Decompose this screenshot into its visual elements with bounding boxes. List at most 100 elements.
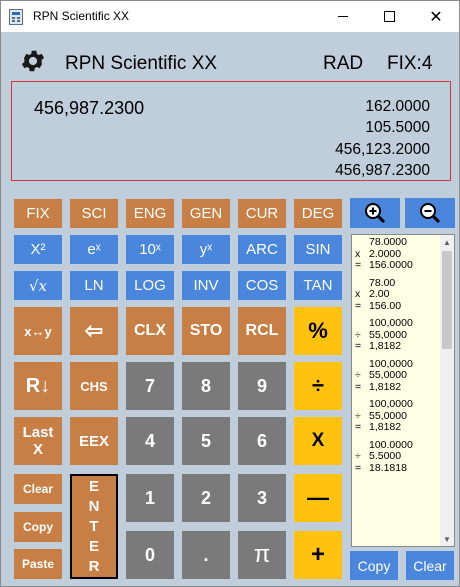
- copy-value-button[interactable]: Copy: [14, 512, 62, 542]
- multiply-button[interactable]: X: [294, 417, 342, 465]
- tape-scrollbar[interactable]: ▲ ▼: [440, 235, 454, 546]
- stack-register-y: 456,123.2000: [335, 140, 430, 158]
- plus-button[interactable]: +: [294, 531, 342, 579]
- e-power-x-button[interactable]: eˣ: [70, 235, 118, 264]
- tape-line: = 1,8182: [355, 340, 441, 353]
- clear-stack-button[interactable]: Clear: [14, 474, 62, 504]
- roll-down-button[interactable]: R↓: [14, 362, 62, 410]
- digit-1-button[interactable]: 1: [126, 474, 174, 522]
- tape-content: 78.0000 x 2.0000 = 156.0000 78.00 x 2.00 = 156.00…: [355, 236, 441, 480]
- angle-mode-indicator: RAD: [323, 53, 364, 74]
- divide-button[interactable]: ÷: [294, 362, 342, 410]
- maximize-button[interactable]: [366, 1, 412, 32]
- decimal-point-button[interactable]: .: [182, 531, 230, 579]
- title-bar: RPN Scientific XX ✕: [1, 1, 459, 32]
- minus-button[interactable]: —: [294, 474, 342, 522]
- calculator-app-icon: [9, 9, 23, 25]
- digit-9-button[interactable]: 9: [238, 362, 286, 410]
- clx-button[interactable]: CLX: [126, 307, 174, 355]
- tape-value: 55,0000: [369, 328, 407, 341]
- zoom-in-button[interactable]: [350, 198, 400, 228]
- sto-button[interactable]: STO: [182, 307, 230, 355]
- digit-5-button[interactable]: 5: [182, 417, 230, 465]
- tape-value: 1,8182: [369, 421, 402, 433]
- tape-operator: =: [355, 340, 362, 352]
- last-x-button[interactable]: Last X: [14, 417, 62, 465]
- tape-value: 2.00: [369, 288, 390, 300]
- enter-letter: E: [88, 477, 99, 495]
- tape-value: 78.00: [369, 276, 396, 289]
- ten-power-x-button[interactable]: 10ˣ: [126, 235, 174, 264]
- eex-button[interactable]: EEX: [70, 417, 118, 465]
- tape-line: 78.00: [355, 276, 441, 290]
- cur-button[interactable]: CUR: [238, 199, 286, 228]
- tape-value: 5.5000: [369, 450, 402, 462]
- stack-display: 162.0000 105.5000 456,123.2000 456,987.2…: [335, 96, 430, 181]
- minimize-button[interactable]: [320, 1, 366, 32]
- square-root-button[interactable]: √x: [14, 271, 62, 300]
- close-icon: ✕: [429, 8, 443, 26]
- close-button[interactable]: ✕: [413, 1, 459, 32]
- deg-button[interactable]: DEG: [294, 199, 342, 228]
- scroll-thumb[interactable]: [442, 251, 452, 349]
- tape-operator: ÷: [355, 450, 361, 462]
- fix-button[interactable]: FIX: [14, 199, 62, 228]
- tape-value: 100,0000: [369, 398, 413, 410]
- tape-value: 18.1818: [369, 461, 407, 474]
- y-power-x-button[interactable]: yˣ: [182, 235, 230, 264]
- digit-8-button[interactable]: 8: [182, 362, 230, 410]
- tape-operator: =: [355, 461, 362, 474]
- tape-copy-button[interactable]: Copy: [350, 551, 398, 580]
- rcl-button[interactable]: RCL: [238, 307, 286, 355]
- eng-button[interactable]: ENG: [126, 199, 174, 228]
- digit-7-button[interactable]: 7: [126, 362, 174, 410]
- digit-0-button[interactable]: 0: [126, 531, 174, 579]
- window-title: RPN Scientific XX: [33, 9, 130, 23]
- pi-button[interactable]: π: [238, 531, 286, 579]
- digit-3-button[interactable]: 3: [238, 474, 286, 522]
- minimize-icon: [338, 16, 348, 17]
- tape-entry: 100,0000 ÷ 55,0000 = 1,8182: [355, 357, 441, 394]
- stack-register-x: 456,987.2300: [335, 161, 430, 179]
- scroll-up-arrow-icon[interactable]: ▲: [440, 235, 454, 249]
- ln-button[interactable]: LN: [70, 271, 118, 300]
- tape-line: = 156.0000: [355, 259, 441, 272]
- swap-xy-button[interactable]: x↔y: [14, 307, 62, 355]
- digit-6-button[interactable]: 6: [238, 417, 286, 465]
- x-squared-button[interactable]: X²: [14, 235, 62, 264]
- percent-button[interactable]: %: [294, 307, 342, 355]
- digit-2-button[interactable]: 2: [182, 474, 230, 522]
- scroll-down-arrow-icon[interactable]: ▼: [440, 532, 454, 546]
- sci-button[interactable]: SCI: [70, 199, 118, 228]
- maximize-icon: [383, 11, 395, 22]
- tape-clear-button[interactable]: Clear: [406, 551, 454, 580]
- tape-operator: ÷: [355, 369, 361, 381]
- tape-value: 100,0000: [369, 357, 413, 370]
- enter-letter: N: [88, 497, 100, 515]
- backspace-button[interactable]: ⇦: [70, 307, 118, 355]
- enter-button[interactable]: E N T E R: [70, 474, 118, 579]
- app-window: RPN Scientific XX ✕ RPN Scientific XX RA…: [0, 0, 460, 587]
- history-tape[interactable]: 78.0000 x 2.0000 = 156.0000 78.00 x 2.00 = 156.00…: [351, 234, 455, 547]
- gear-icon[interactable]: [19, 47, 47, 75]
- zoom-out-button[interactable]: [405, 198, 455, 228]
- digit-4-button[interactable]: 4: [126, 417, 174, 465]
- cos-button[interactable]: COS: [238, 271, 286, 300]
- tape-entry: 78.00 x 2.00 = 156.00: [355, 276, 441, 313]
- chs-button[interactable]: CHS: [70, 362, 118, 410]
- paste-value-button[interactable]: Paste: [14, 549, 62, 579]
- arc-button[interactable]: ARC: [238, 235, 286, 264]
- log-button[interactable]: LOG: [126, 271, 174, 300]
- zoom-out-icon: [420, 203, 441, 224]
- inv-button[interactable]: INV: [182, 271, 230, 300]
- tape-entry: 78.0000 x 2.0000 = 156.0000: [355, 236, 441, 272]
- app-header: RPN Scientific XX RAD FIX:4: [1, 41, 459, 81]
- tan-button[interactable]: TAN: [294, 271, 342, 300]
- calculator-display: 456,987.2300 162.0000 105.5000 456,123.2…: [11, 81, 451, 181]
- tape-line: = 1,8182: [355, 381, 441, 394]
- tape-entry: 100,0000 ÷ 55,0000 = 1,8182: [355, 398, 441, 434]
- gen-button[interactable]: GEN: [182, 199, 230, 228]
- tape-value: 1,8182: [369, 340, 402, 352]
- sin-button[interactable]: SIN: [294, 235, 342, 264]
- tape-value: 2.0000: [369, 247, 402, 260]
